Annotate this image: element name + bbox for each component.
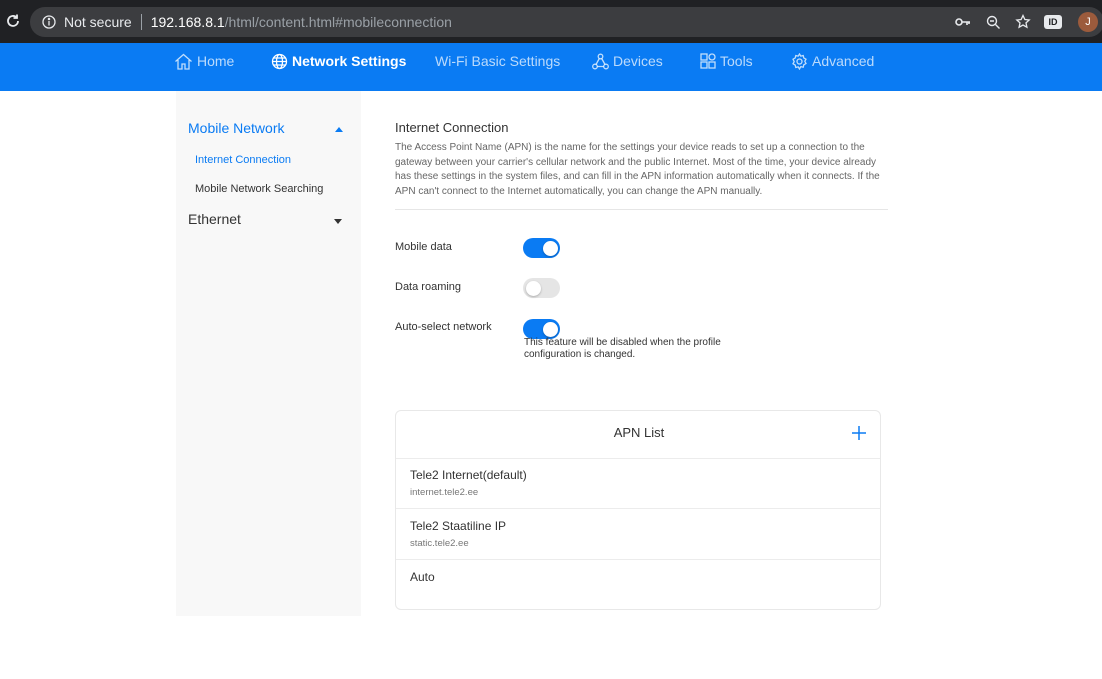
apn-list-item[interactable]: Tele2 Internet(default) internet.tele2.e… [396, 458, 880, 508]
page-title: Internet Connection [395, 120, 509, 135]
gear-icon [792, 52, 807, 70]
chevron-down-icon[interactable] [334, 219, 342, 224]
apn-list-card: APN List Tele2 Internet(default) interne… [395, 410, 881, 610]
sidebar-group-label: Ethernet [188, 211, 241, 227]
nav-tools-label: Tools [720, 53, 753, 69]
mobile-data-toggle[interactable] [523, 238, 560, 258]
zoom-icon[interactable] [978, 7, 1008, 37]
auto-select-hint: This feature will be disabled when the p… [524, 337, 721, 360]
apn-item-name: Tele2 Staatiline IP [410, 519, 507, 533]
nav-network-settings-label: Network Settings [292, 53, 407, 69]
devices-icon [592, 53, 609, 69]
apn-item-name: Tele2 Internet(default) [410, 468, 527, 482]
chevron-up-icon[interactable] [335, 127, 343, 132]
extension-icon[interactable]: ID [1038, 7, 1068, 37]
page-description: The Access Point Name (APN) is the name … [395, 142, 880, 197]
nav-wifi-basic-settings-label: Wi-Fi Basic Settings [435, 53, 561, 69]
toggle-knob [542, 321, 558, 337]
home-icon [175, 53, 192, 70]
nav-advanced[interactable]: Advanced [791, 43, 874, 79]
info-icon[interactable] [42, 15, 56, 29]
sidebar: Mobile Network Internet Connection Mobil… [176, 91, 361, 616]
nav-tools[interactable]: Tools [700, 43, 753, 79]
nav-home[interactable]: Home [174, 43, 234, 79]
url-path: /html/content.html#mobileconnection [224, 14, 452, 30]
nav-home-label: Home [197, 53, 235, 69]
reload-icon[interactable] [4, 12, 22, 30]
nav-advanced-label: Advanced [812, 53, 875, 69]
section-divider [395, 209, 888, 210]
sidebar-group-label: Mobile Network [188, 120, 285, 136]
apn-item-value: internet.tele2.ee [410, 487, 479, 498]
nav-devices-label: Devices [613, 53, 663, 69]
apn-list-title: APN List [613, 425, 665, 440]
tools-icon [700, 53, 716, 69]
profile-avatar[interactable]: J [1078, 12, 1098, 32]
toggle-knob [525, 280, 541, 296]
apn-list-item[interactable]: Auto [396, 559, 880, 609]
sidebar-group-mobile-network[interactable]: Mobile Network [188, 120, 284, 136]
key-icon[interactable] [948, 7, 978, 37]
top-navigation: Home Network Settings Wi-Fi Basic Settin… [0, 43, 1102, 91]
toggle-knob [542, 240, 558, 256]
security-status-label: Not secure [64, 14, 132, 30]
globe-icon [271, 53, 288, 69]
bookmark-star-icon[interactable] [1008, 7, 1038, 37]
auto-select-network-label: Auto-select network [395, 321, 492, 333]
data-roaming-label: Data roaming [395, 281, 462, 293]
nav-devices[interactable]: Devices [592, 43, 663, 79]
apn-item-name: Auto [410, 570, 435, 584]
extension-badge: ID [1044, 15, 1062, 29]
data-roaming-toggle[interactable] [523, 278, 560, 298]
apn-list-item[interactable]: Tele2 Staatiline IP static.tele2.ee [396, 508, 880, 559]
url-host: 192.168.8.1 [150, 14, 225, 30]
address-bar[interactable]: Not secure 192.168.8.1/html/content.html… [30, 7, 1102, 37]
sidebar-group-ethernet[interactable]: Ethernet [188, 211, 241, 227]
browser-toolbar: Not secure 192.168.8.1/html/content.html… [0, 0, 1102, 43]
auto-select-network-toggle[interactable] [523, 319, 560, 339]
nav-network-settings[interactable]: Network Settings [271, 43, 406, 79]
mobile-data-label: Mobile data [395, 241, 452, 253]
sidebar-item-internet-connection[interactable]: Internet Connection [195, 154, 291, 166]
apn-item-value: static.tele2.ee [410, 538, 469, 549]
add-apn-icon[interactable] [850, 424, 868, 442]
browser-actions: ID J [948, 7, 1098, 37]
nav-wifi-basic-settings[interactable]: Wi-Fi Basic Settings [435, 43, 560, 79]
sidebar-item-mobile-network-searching[interactable]: Mobile Network Searching [195, 183, 323, 195]
address-separator [140, 14, 142, 30]
